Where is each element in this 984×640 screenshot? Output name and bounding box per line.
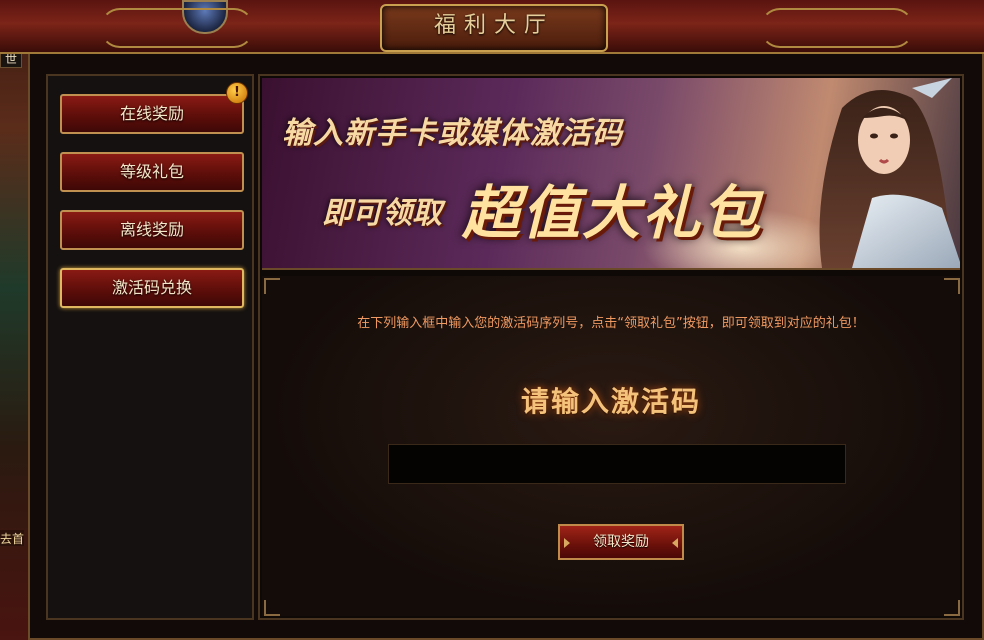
arrow-left-icon [564, 538, 570, 548]
activation-code-input[interactable] [388, 444, 846, 484]
nav-item-label: 在线奖励 [119, 104, 184, 123]
nav-item-label: 离线奖励 [119, 220, 184, 239]
window-title: 福利大厅 [433, 13, 554, 38]
nav-item-label: 激活码兑换 [111, 278, 192, 297]
promo-banner: 输入新手卡或媒体激活码 即可领取 超值大礼包 [262, 78, 960, 270]
redeem-prompt-title: 请输入激活码 [520, 385, 701, 418]
corner-ornament [264, 278, 280, 294]
exclamation-alert-icon: ! [226, 82, 248, 104]
nav-online-reward-button[interactable]: 在线奖励 [60, 94, 244, 134]
cloud-ornament-left [100, 8, 254, 48]
nav-offline-reward-button[interactable]: 离线奖励 [60, 210, 244, 250]
heroine-portrait-image [819, 78, 960, 268]
nav-activation-code-button[interactable]: 激活码兑换 [60, 268, 244, 308]
cloud-ornament-right [760, 8, 914, 48]
corner-ornament [944, 278, 960, 294]
title-plate: 福利大厅 [380, 4, 608, 52]
side-hud-text: 去首 [0, 530, 25, 546]
welfare-nav-panel: 在线奖励 等级礼包 离线奖励 激活码兑换 [46, 74, 254, 620]
corner-ornament [944, 600, 960, 616]
nav-item-label: 等级礼包 [119, 162, 184, 181]
corner-ornament [264, 600, 280, 616]
redeem-panel: 在下列输入框中输入您的激活码序列号，点击“领取礼包”按钮，即可领取到对应的礼包！… [262, 276, 960, 616]
game-screen: 17300 世 去首 福利大厅 在线奖励 等级礼包 离线奖励 激活码兑换 ! 输… [0, 0, 984, 640]
banner-headline: 输入新手卡或媒体激活码 [282, 116, 623, 151]
arrow-right-icon [672, 538, 678, 548]
claim-button-label: 领取奖励 [593, 534, 649, 550]
banner-subline: 即可领取 [322, 196, 442, 231]
redeem-instruction-text: 在下列输入框中输入您的激活码序列号，点击“领取礼包”按钮，即可领取到对应的礼包！ [357, 316, 865, 331]
window-title-bar: 福利大厅 [0, 0, 984, 54]
claim-reward-button[interactable]: 领取奖励 [558, 524, 684, 560]
nav-level-gift-button[interactable]: 等级礼包 [60, 152, 244, 192]
banner-highlight: 超值大礼包 [462, 179, 763, 247]
